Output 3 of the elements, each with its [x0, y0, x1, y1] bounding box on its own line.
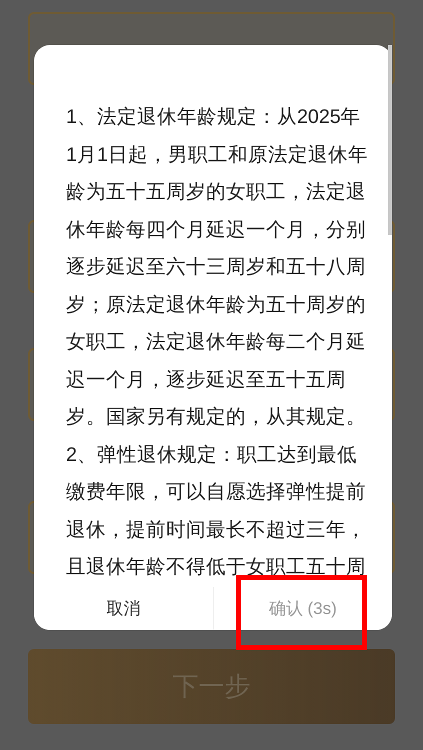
scrollbar[interactable]: [388, 45, 392, 235]
notice-paragraph: 2、弹性退休规定：职工达到最低缴费年限，可以自愿选择弹性提前退休，提前时间最长不超过三年，且退休年龄不得低于女职工五十周: [66, 442, 367, 580]
notice-paragraph: 1、法定退休年龄规定：从2025年1月1日起，男职工和原法定退休年龄为五十五周岁的女职工，法定退休年龄每四个月延迟一个月，分别逐步延迟至六十三周岁和五十八周岁；原法定退休年龄为五十周岁的女职工，法定退休年龄每二个月延迟一个月，逐步延迟至五十五周岁。国家另有规定的，从其规定。: [66, 105, 369, 430]
